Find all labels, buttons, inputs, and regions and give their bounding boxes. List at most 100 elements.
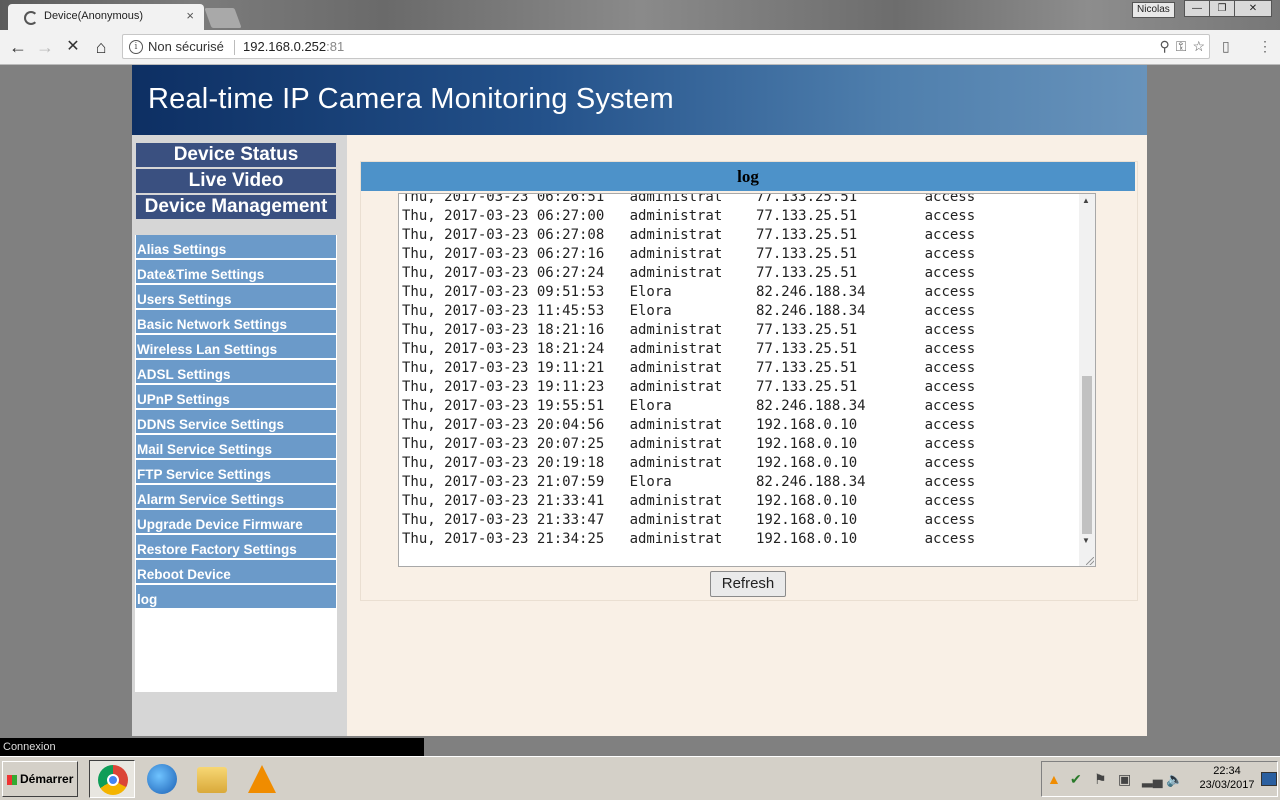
settings-menu: Alias Settings Date&Time Settings Users … bbox=[135, 235, 337, 692]
menu-live-video[interactable]: Live Video bbox=[136, 169, 336, 193]
sidebar-item-upgrade-firmware[interactable]: Upgrade Device Firmware bbox=[136, 510, 336, 533]
system-tray: ▲ ✔ ⚑ ▣ ▂▄ 🔈 22:34 23/03/2017 bbox=[1041, 761, 1278, 797]
log-line: Thu, 2017-03-23 19:55:51 Elora 82.246.18… bbox=[402, 398, 976, 414]
address-bar-icons: ⚲ ⚿ ☆ bbox=[1154, 38, 1205, 55]
sidebar: Device Status Live Video Device Manageme… bbox=[132, 135, 347, 736]
browser-titlebar: Device(Anonymous) × Nicolas — ❐ ✕ bbox=[0, 0, 1280, 30]
taskbar-thunderbird[interactable] bbox=[139, 760, 185, 798]
log-header: log bbox=[361, 162, 1135, 191]
log-line: Thu, 2017-03-23 06:27:24 administrat 77.… bbox=[402, 265, 976, 281]
taskbar: Démarrer ▲ ✔ ⚑ ▣ ▂▄ 🔈 22:34 23/03/2017 bbox=[0, 756, 1280, 800]
log-line: Thu, 2017-03-23 06:27:16 administrat 77.… bbox=[402, 246, 976, 262]
log-line: Thu, 2017-03-23 06:27:00 administrat 77.… bbox=[402, 208, 976, 224]
taskbar-chrome[interactable] bbox=[89, 760, 135, 798]
sidebar-item-users-settings[interactable]: Users Settings bbox=[136, 285, 336, 308]
key-icon[interactable]: ⚿ bbox=[1176, 38, 1187, 54]
url-host: 192.168.0.252 bbox=[243, 39, 327, 54]
vlc-icon bbox=[248, 765, 276, 793]
log-line: Thu, 2017-03-23 19:11:23 administrat 77.… bbox=[402, 379, 976, 395]
clock[interactable]: 22:34 23/03/2017 bbox=[1192, 764, 1262, 792]
zoom-icon[interactable]: ⚲ bbox=[1160, 38, 1170, 54]
maximize-icon[interactable]: ❐ bbox=[1209, 0, 1235, 17]
sidebar-item-reboot-device[interactable]: Reboot Device bbox=[136, 560, 336, 583]
camera-web-ui: Real-time IP Camera Monitoring System De… bbox=[132, 65, 1147, 736]
address-separator bbox=[234, 40, 235, 55]
sidebar-item-ftp-settings[interactable]: FTP Service Settings bbox=[136, 460, 336, 483]
profile-button[interactable]: Nicolas bbox=[1132, 2, 1175, 18]
log-line: Thu, 2017-03-23 06:27:08 administrat 77.… bbox=[402, 227, 976, 243]
sidebar-item-adsl-settings[interactable]: ADSL Settings bbox=[136, 360, 336, 383]
security-label[interactable]: Non sécurisé bbox=[148, 39, 224, 54]
windows-logo-icon bbox=[7, 774, 17, 785]
page-title: Real-time IP Camera Monitoring System bbox=[148, 83, 674, 115]
network-signal-icon[interactable]: ▂▄ bbox=[1142, 771, 1163, 788]
log-textarea[interactable]: Thu, 2017-03-23 06:26:51 administrat 77.… bbox=[398, 193, 1096, 567]
vlc-tray-icon[interactable]: ▲ bbox=[1047, 771, 1061, 787]
action-center-flag-icon[interactable]: ⚑ bbox=[1094, 771, 1107, 788]
url-text[interactable]: 192.168.0.252:81 bbox=[243, 39, 344, 54]
explorer-icon bbox=[197, 767, 227, 793]
log-line: Thu, 2017-03-23 09:51:53 Elora 82.246.18… bbox=[402, 284, 976, 300]
sidebar-item-mail-settings[interactable]: Mail Service Settings bbox=[136, 435, 336, 458]
extension-icon[interactable]: ▯ bbox=[1222, 38, 1230, 55]
loading-icon bbox=[24, 11, 38, 25]
sidebar-item-log[interactable]: log bbox=[136, 585, 336, 608]
log-line: Thu, 2017-03-23 20:04:56 administrat 192… bbox=[402, 417, 976, 433]
new-tab-button[interactable] bbox=[204, 8, 242, 28]
stop-loading-icon[interactable]: ✕ bbox=[62, 36, 84, 58]
minimize-icon[interactable]: — bbox=[1184, 0, 1210, 17]
start-button[interactable]: Démarrer bbox=[2, 761, 78, 797]
log-line: Thu, 2017-03-23 20:07:25 administrat 192… bbox=[402, 436, 976, 452]
log-line: Thu, 2017-03-23 18:21:16 administrat 77.… bbox=[402, 322, 976, 338]
browser-tab[interactable]: Device(Anonymous) × bbox=[8, 4, 204, 30]
log-line: Thu, 2017-03-23 11:45:53 Elora 82.246.18… bbox=[402, 303, 976, 319]
tab-close-icon[interactable]: × bbox=[186, 8, 194, 23]
log-lines: Thu, 2017-03-23 06:26:51 administrat 77.… bbox=[402, 194, 976, 549]
url-port: :81 bbox=[326, 39, 345, 54]
volume-icon[interactable]: 🔈 bbox=[1166, 771, 1183, 788]
refresh-button[interactable]: Refresh bbox=[710, 571, 786, 597]
bookmark-star-icon[interactable]: ☆ bbox=[1192, 38, 1205, 54]
log-line: Thu, 2017-03-23 21:33:41 administrat 192… bbox=[402, 493, 976, 509]
info-icon[interactable]: i bbox=[129, 40, 143, 54]
back-icon[interactable]: ← bbox=[7, 36, 29, 58]
show-desktop-icon[interactable] bbox=[1261, 772, 1277, 786]
clock-date: 23/03/2017 bbox=[1199, 779, 1255, 791]
sidebar-item-ddns-settings[interactable]: DDNS Service Settings bbox=[136, 410, 336, 433]
status-bar: Connexion bbox=[0, 738, 424, 756]
window-close-icon[interactable]: ✕ bbox=[1234, 0, 1272, 17]
sidebar-item-restore-factory[interactable]: Restore Factory Settings bbox=[136, 535, 336, 558]
sidebar-item-basic-network-settings[interactable]: Basic Network Settings bbox=[136, 310, 336, 333]
start-label: Démarrer bbox=[20, 772, 74, 786]
forward-icon[interactable]: → bbox=[34, 36, 56, 58]
security-shield-icon[interactable]: ✔ bbox=[1070, 771, 1082, 788]
sidebar-item-alias-settings[interactable]: Alias Settings bbox=[136, 235, 336, 258]
sidebar-item-alarm-settings[interactable]: Alarm Service Settings bbox=[136, 485, 336, 508]
sidebar-item-datetime-settings[interactable]: Date&Time Settings bbox=[136, 260, 336, 283]
address-bar[interactable]: i Non sécurisé 192.168.0.252:81 ⚲ ⚿ ☆ bbox=[122, 34, 1210, 59]
page-viewport: Real-time IP Camera Monitoring System De… bbox=[0, 65, 1280, 738]
clock-time: 22:34 bbox=[1213, 765, 1241, 777]
sidebar-item-upnp-settings[interactable]: UPnP Settings bbox=[136, 385, 336, 408]
log-line: Thu, 2017-03-23 21:34:25 administrat 192… bbox=[402, 531, 976, 547]
usb-device-icon[interactable]: ▣ bbox=[1118, 771, 1131, 788]
taskbar-explorer[interactable] bbox=[189, 760, 235, 798]
scroll-up-icon[interactable]: ▲ bbox=[1082, 196, 1090, 205]
scrollbar-thumb[interactable] bbox=[1082, 376, 1092, 534]
log-scrollbar[interactable]: ▲ ▼ bbox=[1079, 194, 1095, 566]
menu-icon[interactable]: ⋮ bbox=[1258, 38, 1272, 55]
tab-title: Device(Anonymous) bbox=[44, 10, 144, 22]
scroll-down-icon[interactable]: ▼ bbox=[1082, 536, 1090, 545]
menu-device-status[interactable]: Device Status bbox=[136, 143, 336, 167]
page-banner: Real-time IP Camera Monitoring System bbox=[132, 65, 1147, 135]
browser-toolbar: ← → ✕ ⌂ i Non sécurisé 192.168.0.252:81 … bbox=[0, 30, 1280, 65]
log-line: Thu, 2017-03-23 20:19:18 administrat 192… bbox=[402, 455, 976, 471]
menu-device-management[interactable]: Device Management bbox=[136, 195, 336, 219]
sidebar-item-wireless-lan-settings[interactable]: Wireless Lan Settings bbox=[136, 335, 336, 358]
chrome-icon bbox=[98, 765, 128, 795]
thunderbird-icon bbox=[147, 764, 177, 794]
resize-handle-icon[interactable] bbox=[1086, 557, 1094, 565]
log-line: Thu, 2017-03-23 21:07:59 Elora 82.246.18… bbox=[402, 474, 976, 490]
taskbar-vlc[interactable] bbox=[239, 760, 285, 798]
home-icon[interactable]: ⌂ bbox=[90, 36, 112, 58]
